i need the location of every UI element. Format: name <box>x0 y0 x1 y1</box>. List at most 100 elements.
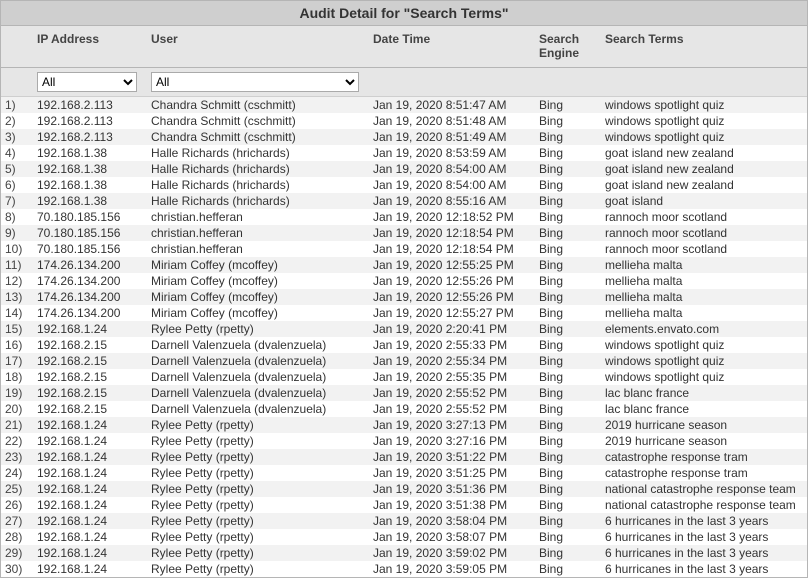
table-row[interactable]: 22)192.168.1.24Rylee Petty (rpetty)Jan 1… <box>1 433 807 449</box>
cell-dt: Jan 19, 2020 8:51:48 AM <box>367 113 533 129</box>
cell-engine: Bing <box>533 209 599 225</box>
cell-dt: Jan 19, 2020 3:51:25 PM <box>367 465 533 481</box>
cell-ip: 174.26.134.200 <box>31 273 145 289</box>
cell-engine: Bing <box>533 161 599 177</box>
cell-index: 22) <box>1 433 31 449</box>
cell-ip: 192.168.1.24 <box>31 497 145 513</box>
cell-user: Darnell Valenzuela (dvalenzuela) <box>145 353 367 369</box>
table-row[interactable]: 9)70.180.185.156christian.hefferanJan 19… <box>1 225 807 241</box>
table-row[interactable]: 28)192.168.1.24Rylee Petty (rpetty)Jan 1… <box>1 529 807 545</box>
table-row[interactable]: 5)192.168.1.38Halle Richards (hrichards)… <box>1 161 807 177</box>
table-row[interactable]: 24)192.168.1.24Rylee Petty (rpetty)Jan 1… <box>1 465 807 481</box>
cell-engine: Bing <box>533 305 599 321</box>
cell-user: Halle Richards (hrichards) <box>145 161 367 177</box>
cell-user: Chandra Schmitt (cschmitt) <box>145 97 367 113</box>
cell-terms: goat island new zealand <box>599 161 807 177</box>
table-row[interactable]: 6)192.168.1.38Halle Richards (hrichards)… <box>1 177 807 193</box>
cell-engine: Bing <box>533 465 599 481</box>
table-row[interactable]: 14)174.26.134.200Miriam Coffey (mcoffey)… <box>1 305 807 321</box>
cell-index: 27) <box>1 513 31 529</box>
cell-user: Rylee Petty (rpetty) <box>145 465 367 481</box>
table-row[interactable]: 15)192.168.1.24Rylee Petty (rpetty)Jan 1… <box>1 321 807 337</box>
cell-user: Chandra Schmitt (cschmitt) <box>145 113 367 129</box>
cell-dt: Jan 19, 2020 8:55:16 AM <box>367 193 533 209</box>
table-row[interactable]: 12)174.26.134.200Miriam Coffey (mcoffey)… <box>1 273 807 289</box>
table-row[interactable]: 16)192.168.2.15Darnell Valenzuela (dvale… <box>1 337 807 353</box>
cell-terms: windows spotlight quiz <box>599 97 807 113</box>
cell-terms: rannoch moor scotland <box>599 241 807 257</box>
cell-terms: 6 hurricanes in the last 3 years <box>599 561 807 577</box>
cell-engine: Bing <box>533 177 599 193</box>
cell-terms: national catastrophe response team <box>599 497 807 513</box>
table-row[interactable]: 25)192.168.1.24Rylee Petty (rpetty)Jan 1… <box>1 481 807 497</box>
cell-engine: Bing <box>533 97 599 113</box>
cell-engine: Bing <box>533 353 599 369</box>
table-row[interactable]: 1)192.168.2.113Chandra Schmitt (cschmitt… <box>1 97 807 113</box>
cell-terms: lac blanc france <box>599 401 807 417</box>
cell-index: 17) <box>1 353 31 369</box>
cell-dt: Jan 19, 2020 8:53:59 AM <box>367 145 533 161</box>
cell-dt: Jan 19, 2020 3:27:16 PM <box>367 433 533 449</box>
user-filter-select[interactable]: All <box>151 72 359 92</box>
cell-user: Miriam Coffey (mcoffey) <box>145 305 367 321</box>
cell-dt: Jan 19, 2020 2:55:52 PM <box>367 385 533 401</box>
audit-panel: Audit Detail for "Search Terms" IP Addre… <box>0 0 808 578</box>
cell-user: Darnell Valenzuela (dvalenzuela) <box>145 385 367 401</box>
ip-filter-select[interactable]: All <box>37 72 137 92</box>
column-header-ip[interactable]: IP Address <box>31 32 145 61</box>
table-row[interactable]: 7)192.168.1.38Halle Richards (hrichards)… <box>1 193 807 209</box>
cell-ip: 192.168.2.15 <box>31 385 145 401</box>
table-row[interactable]: 8)70.180.185.156christian.hefferanJan 19… <box>1 209 807 225</box>
column-header-user[interactable]: User <box>145 32 367 61</box>
column-header-engine[interactable]: Search Engine <box>533 32 599 61</box>
cell-user: christian.hefferan <box>145 209 367 225</box>
cell-engine: Bing <box>533 401 599 417</box>
cell-user: Rylee Petty (rpetty) <box>145 321 367 337</box>
table-row[interactable]: 26)192.168.1.24Rylee Petty (rpetty)Jan 1… <box>1 497 807 513</box>
table-row[interactable]: 19)192.168.2.15Darnell Valenzuela (dvale… <box>1 385 807 401</box>
cell-terms: mellieha malta <box>599 289 807 305</box>
table-row[interactable]: 4)192.168.1.38Halle Richards (hrichards)… <box>1 145 807 161</box>
table-row[interactable]: 13)174.26.134.200Miriam Coffey (mcoffey)… <box>1 289 807 305</box>
cell-dt: Jan 19, 2020 12:18:52 PM <box>367 209 533 225</box>
cell-index: 14) <box>1 305 31 321</box>
cell-ip: 192.168.1.24 <box>31 321 145 337</box>
table-row[interactable]: 10)70.180.185.156christian.hefferanJan 1… <box>1 241 807 257</box>
cell-engine: Bing <box>533 369 599 385</box>
cell-terms: 6 hurricanes in the last 3 years <box>599 529 807 545</box>
cell-ip: 192.168.1.24 <box>31 513 145 529</box>
cell-ip: 174.26.134.200 <box>31 289 145 305</box>
cell-engine: Bing <box>533 513 599 529</box>
table-row[interactable]: 20)192.168.2.15Darnell Valenzuela (dvale… <box>1 401 807 417</box>
cell-dt: Jan 19, 2020 8:54:00 AM <box>367 177 533 193</box>
cell-engine: Bing <box>533 273 599 289</box>
table-row[interactable]: 2)192.168.2.113Chandra Schmitt (cschmitt… <box>1 113 807 129</box>
table-row[interactable]: 3)192.168.2.113Chandra Schmitt (cschmitt… <box>1 129 807 145</box>
cell-index: 29) <box>1 545 31 561</box>
table-row[interactable]: 18)192.168.2.15Darnell Valenzuela (dvale… <box>1 369 807 385</box>
cell-terms: lac blanc france <box>599 385 807 401</box>
cell-index: 10) <box>1 241 31 257</box>
table-row[interactable]: 30)192.168.1.24Rylee Petty (rpetty)Jan 1… <box>1 561 807 577</box>
cell-user: Darnell Valenzuela (dvalenzuela) <box>145 401 367 417</box>
cell-dt: Jan 19, 2020 8:51:47 AM <box>367 97 533 113</box>
table-row[interactable]: 11)174.26.134.200Miriam Coffey (mcoffey)… <box>1 257 807 273</box>
column-header-datetime[interactable]: Date Time <box>367 32 533 61</box>
cell-ip: 192.168.1.38 <box>31 193 145 209</box>
cell-ip: 192.168.1.24 <box>31 417 145 433</box>
cell-index: 5) <box>1 161 31 177</box>
cell-dt: Jan 19, 2020 2:20:41 PM <box>367 321 533 337</box>
cell-user: Halle Richards (hrichards) <box>145 145 367 161</box>
column-header-terms[interactable]: Search Terms <box>599 32 807 61</box>
cell-ip: 192.168.1.24 <box>31 545 145 561</box>
cell-user: Chandra Schmitt (cschmitt) <box>145 129 367 145</box>
cell-terms: mellieha malta <box>599 273 807 289</box>
cell-dt: Jan 19, 2020 8:54:00 AM <box>367 161 533 177</box>
table-row[interactable]: 21)192.168.1.24Rylee Petty (rpetty)Jan 1… <box>1 417 807 433</box>
table-row[interactable]: 29)192.168.1.24Rylee Petty (rpetty)Jan 1… <box>1 545 807 561</box>
cell-index: 7) <box>1 193 31 209</box>
table-row[interactable]: 17)192.168.2.15Darnell Valenzuela (dvale… <box>1 353 807 369</box>
cell-engine: Bing <box>533 289 599 305</box>
table-row[interactable]: 23)192.168.1.24Rylee Petty (rpetty)Jan 1… <box>1 449 807 465</box>
table-row[interactable]: 27)192.168.1.24Rylee Petty (rpetty)Jan 1… <box>1 513 807 529</box>
